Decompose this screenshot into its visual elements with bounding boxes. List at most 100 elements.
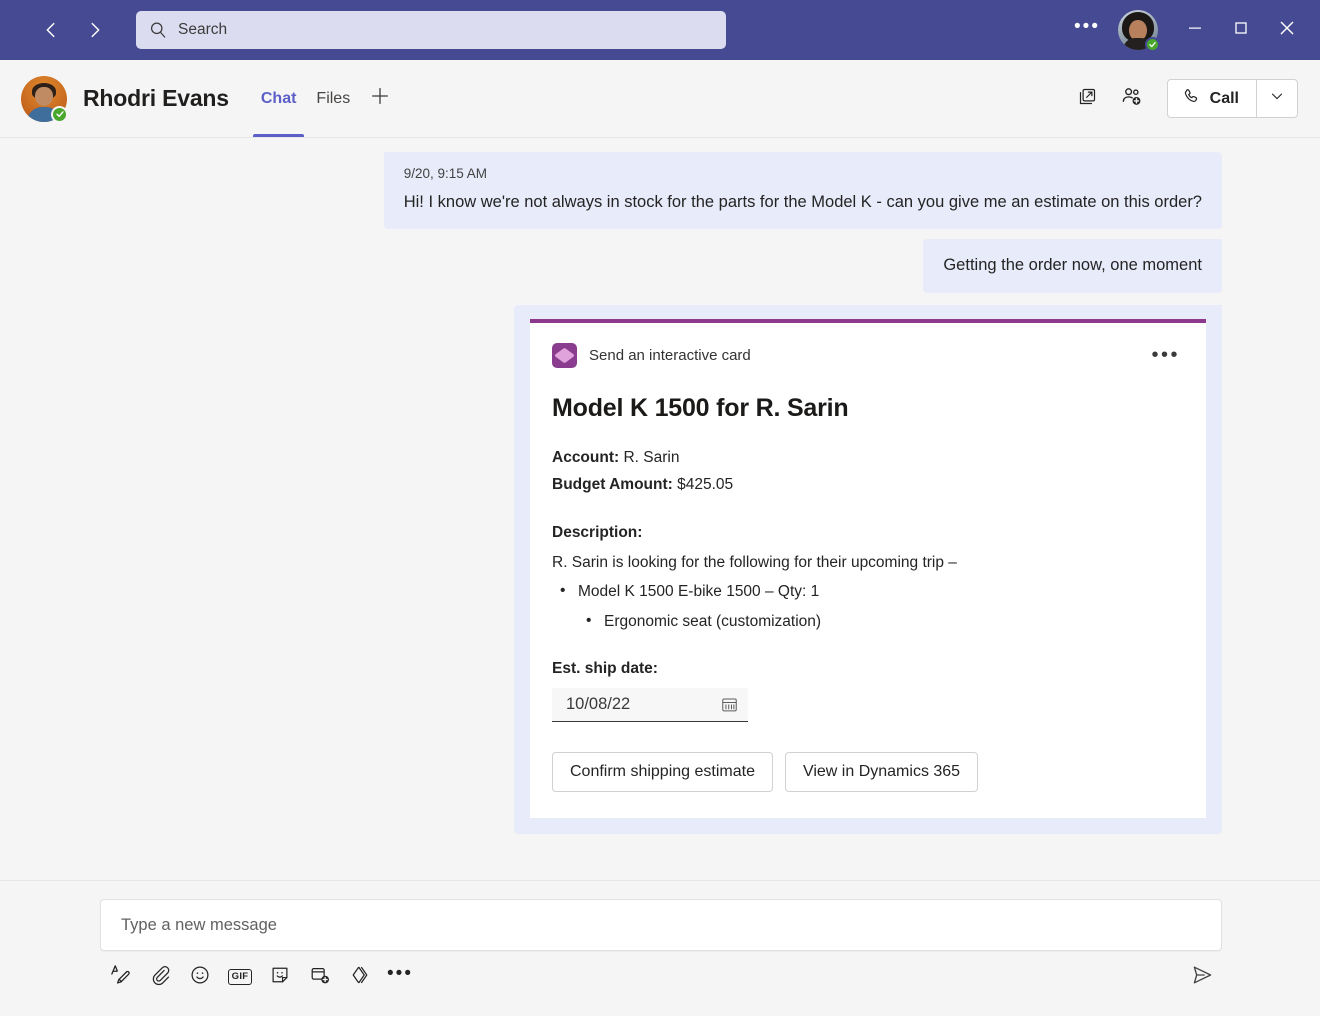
chevron-left-icon [40, 19, 62, 41]
search-placeholder: Search [178, 21, 228, 38]
minimize-icon [1187, 20, 1203, 41]
call-button-label: Call [1209, 89, 1239, 107]
chat-header: Rhodri Evans Chat Files Call [0, 60, 1320, 138]
ship-date-input[interactable]: 10/08/22 [552, 687, 748, 722]
maximize-button[interactable] [1218, 7, 1264, 53]
card-more-button[interactable]: ••• [1149, 344, 1182, 366]
message-timestamp: 9/20, 9:15 AM [403, 166, 488, 181]
chat-tabs: Chat Files [251, 60, 400, 137]
card-bullet-text: Model K 1500 E-bike 1500 – Qty: 1 [578, 583, 820, 601]
title-bar: Search ••• [0, 0, 1320, 60]
phone-icon [1182, 87, 1201, 111]
card-title: Model K 1500 for R. Sarin [552, 393, 849, 422]
card-fields: Account: R. Sarin Budget Amount: $425.05 [552, 445, 1182, 498]
ship-date-label: Est. ship date: [552, 659, 658, 677]
compose-toolbar: GIF ••• [100, 953, 1222, 1001]
call-button[interactable]: Call [1168, 80, 1256, 117]
conversation-pane: 9/20, 9:15 AM Hi! I know we're not alway… [0, 138, 1320, 880]
format-button[interactable] [100, 957, 140, 997]
message-text: Hi! I know we're not always in stock for… [403, 193, 1202, 211]
message-input-placeholder: Type a new message [121, 915, 277, 934]
add-tab-button[interactable] [360, 60, 400, 137]
message-row: 9/20, 9:15 AM Hi! I know we're not alway… [0, 152, 1320, 230]
more-options-button[interactable]: ••• [380, 957, 420, 997]
search-icon [148, 20, 168, 40]
close-icon [1278, 19, 1296, 42]
add-people-icon [1120, 85, 1143, 113]
message-row: Getting the order now, one moment [0, 239, 1320, 293]
message-input[interactable]: Type a new message [100, 899, 1222, 951]
card-field-budget-label: Budget Amount: [552, 475, 673, 493]
forward-button[interactable] [80, 15, 110, 45]
view-in-dynamics-button[interactable]: View in Dynamics 365 [784, 751, 979, 792]
card-description-label: Description: [552, 524, 643, 542]
ship-date-value: 10/08/22 [566, 694, 631, 713]
adaptive-card-bubble: Send an interactive card ••• Model K 150… [514, 304, 1222, 834]
list-item: Model K 1500 E-bike 1500 – Qty: 1 Ergono… [552, 578, 1182, 634]
presence-available-badge [1145, 37, 1160, 52]
card-source-label: Send an interactive card [589, 346, 751, 364]
confirm-shipping-estimate-button[interactable]: Confirm shipping estimate [552, 751, 773, 792]
peer-presence-available-badge [51, 105, 68, 123]
navigation-arrows [36, 15, 110, 45]
card-sub-bullet-text: Ergonomic seat (customization) [604, 612, 822, 630]
gif-icon: GIF [227, 969, 253, 985]
card-field-account-label: Account: [552, 448, 620, 466]
calendar-icon[interactable] [720, 695, 739, 714]
card-field-account: Account: R. Sarin [552, 445, 1182, 472]
sticker-icon [269, 964, 291, 991]
meet-now-button[interactable] [300, 957, 340, 997]
tab-files[interactable]: Files [306, 60, 360, 137]
tab-files-label: Files [316, 89, 351, 107]
meet-now-icon [309, 964, 331, 991]
chevron-down-icon [1268, 87, 1286, 110]
compose-area: Type a new message GIF ••• [0, 880, 1320, 1016]
pop-out-button[interactable] [1069, 80, 1107, 118]
message-text: Getting the order now, one moment [943, 256, 1202, 275]
app-more-button[interactable]: ••• [1064, 7, 1110, 53]
attach-file-button[interactable] [140, 957, 180, 997]
card-bullet-list: Model K 1500 E-bike 1500 – Qty: 1 Ergono… [552, 578, 1182, 634]
title-bar-right: ••• [1064, 7, 1320, 53]
sticker-button[interactable] [260, 957, 300, 997]
call-options-button[interactable] [1257, 80, 1297, 117]
card-field-budget-value: $425.05 [677, 475, 734, 493]
card-description-text: R. Sarin is looking for the following fo… [552, 554, 957, 572]
adaptive-card: Send an interactive card ••• Model K 150… [530, 318, 1206, 818]
close-button[interactable] [1264, 7, 1310, 53]
search-input[interactable]: Search [136, 11, 726, 49]
chat-header-actions: Call [1069, 79, 1320, 118]
power-automate-icon [552, 342, 577, 368]
plus-icon [369, 85, 391, 112]
message-bubble-incoming: 9/20, 9:15 AM Hi! I know we're not alway… [383, 152, 1222, 230]
send-button[interactable] [1182, 957, 1222, 997]
power-automate-icon [349, 964, 371, 991]
card-header: Send an interactive card ••• [552, 342, 1182, 368]
gif-button[interactable]: GIF [220, 957, 260, 997]
card-description: Description: R. Sarin is looking for the… [552, 520, 1182, 633]
emoji-button[interactable] [180, 957, 220, 997]
user-avatar[interactable] [1118, 10, 1160, 52]
tab-chat-label: Chat [260, 89, 297, 107]
card-actions: Confirm shipping estimate View in Dynami… [552, 751, 1182, 792]
tab-chat[interactable]: Chat [251, 60, 307, 137]
power-automate-button[interactable] [340, 957, 380, 997]
emoji-icon [189, 964, 211, 991]
teams-window: Search ••• Rhodri Evans Chat Files Call … [0, 0, 1320, 1016]
card-field-budget: Budget Amount: $425.05 [552, 472, 1182, 499]
attach-icon [149, 964, 171, 991]
message-bubble-outgoing: Getting the order now, one moment [923, 239, 1222, 293]
send-icon [1190, 963, 1214, 992]
maximize-icon [1233, 20, 1249, 41]
back-button[interactable] [36, 15, 66, 45]
page-title: Rhodri Evans [83, 85, 229, 111]
card-field-account-value: R. Sarin [623, 448, 680, 466]
format-icon [109, 963, 132, 991]
list-item: Ergonomic seat (customization) [578, 608, 1182, 634]
pop-out-icon [1077, 86, 1098, 112]
call-button-group: Call [1166, 79, 1298, 118]
add-people-button[interactable] [1113, 80, 1151, 118]
minimize-button[interactable] [1172, 7, 1218, 53]
card-message-row: Send an interactive card ••• Model K 150… [0, 293, 1320, 834]
peer-avatar[interactable] [21, 75, 68, 123]
